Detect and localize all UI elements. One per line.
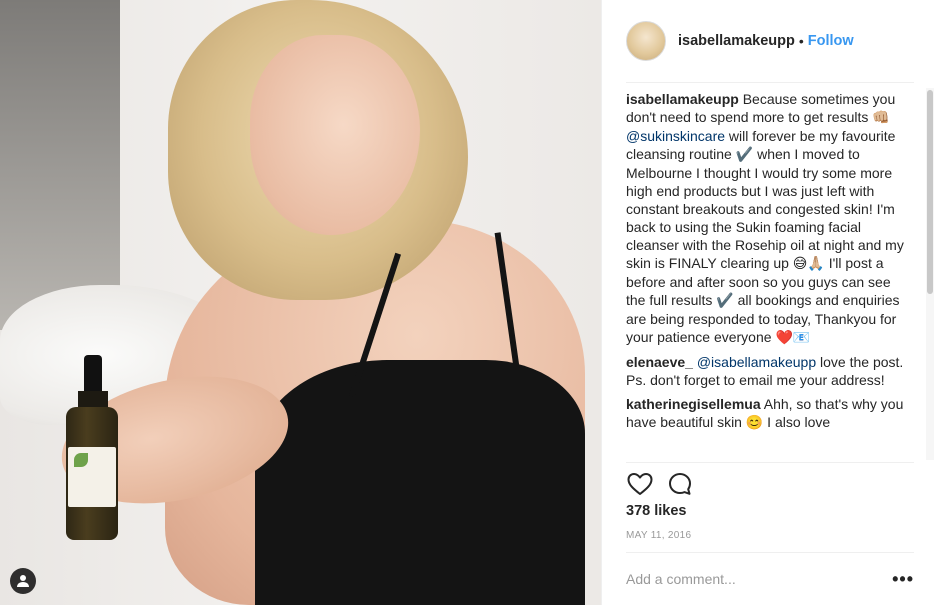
caption-mention-link[interactable]: @sukinskincare — [626, 128, 725, 144]
comment-icon — [669, 473, 691, 495]
bottle-leaf-logo — [74, 453, 88, 467]
post-photo[interactable] — [0, 0, 601, 605]
sweat-smile-pray-emoji: 😅🙏🏼 — [792, 256, 825, 272]
comment-item: elenaeve_ @isabellamakeupp love the post… — [626, 353, 909, 389]
photo-product-bottle — [66, 355, 118, 540]
comments-list[interactable]: isabellamakeupp Because sometimes you do… — [626, 90, 909, 461]
heart-icon — [627, 473, 653, 495]
photo-background — [0, 0, 120, 330]
caption-username[interactable]: isabellamakeupp — [626, 91, 739, 107]
instagram-post-modal: isabellamakeupp • Follow isabellamakeupp… — [0, 0, 937, 605]
comment-username[interactable]: katherinegisellemua — [626, 396, 761, 412]
header-username[interactable]: isabellamakeupp — [678, 33, 795, 49]
comment-button[interactable] — [666, 470, 694, 498]
add-comment-input[interactable] — [626, 571, 866, 587]
post-date: MAY 11, 2016 — [626, 530, 692, 541]
bottle-pump-cap — [84, 355, 102, 395]
bottle-label — [68, 447, 116, 507]
heart-email-emoji: ❤️📧 — [775, 330, 811, 346]
post-actions — [626, 462, 914, 505]
comments-scrollbar[interactable] — [926, 88, 934, 460]
post-header: isabellamakeupp • Follow — [626, 0, 914, 83]
comment-mention-link[interactable]: @isabellamakeupp — [697, 354, 816, 370]
avatar[interactable] — [626, 21, 666, 61]
post-sidebar: isabellamakeupp • Follow isabellamakeupp… — [601, 0, 937, 605]
more-options-button[interactable]: ••• — [892, 569, 914, 590]
scrollbar-thumb[interactable] — [927, 90, 933, 294]
header-separator: • — [798, 33, 804, 49]
tagged-users-button[interactable] — [10, 568, 36, 594]
like-button[interactable] — [626, 470, 654, 498]
fist-emoji: 👊🏼 — [872, 110, 890, 126]
check-emoji: ✔️ — [716, 293, 734, 309]
likes-count[interactable]: 378 likes — [626, 503, 686, 519]
photo-person-dress — [255, 360, 585, 605]
person-icon — [17, 575, 29, 587]
follow-button[interactable]: Follow — [808, 33, 854, 49]
caption-comment: isabellamakeupp Because sometimes you do… — [626, 90, 909, 347]
add-comment-row: ••• — [626, 552, 914, 605]
comment-username[interactable]: elenaeve_ — [626, 354, 693, 370]
comment-item: katherinegisellemua Ahh, so that's why y… — [626, 395, 909, 431]
caption-text: when I moved to Melbourne I thought I wo… — [626, 146, 904, 271]
check-emoji: ✔️ — [735, 147, 754, 163]
